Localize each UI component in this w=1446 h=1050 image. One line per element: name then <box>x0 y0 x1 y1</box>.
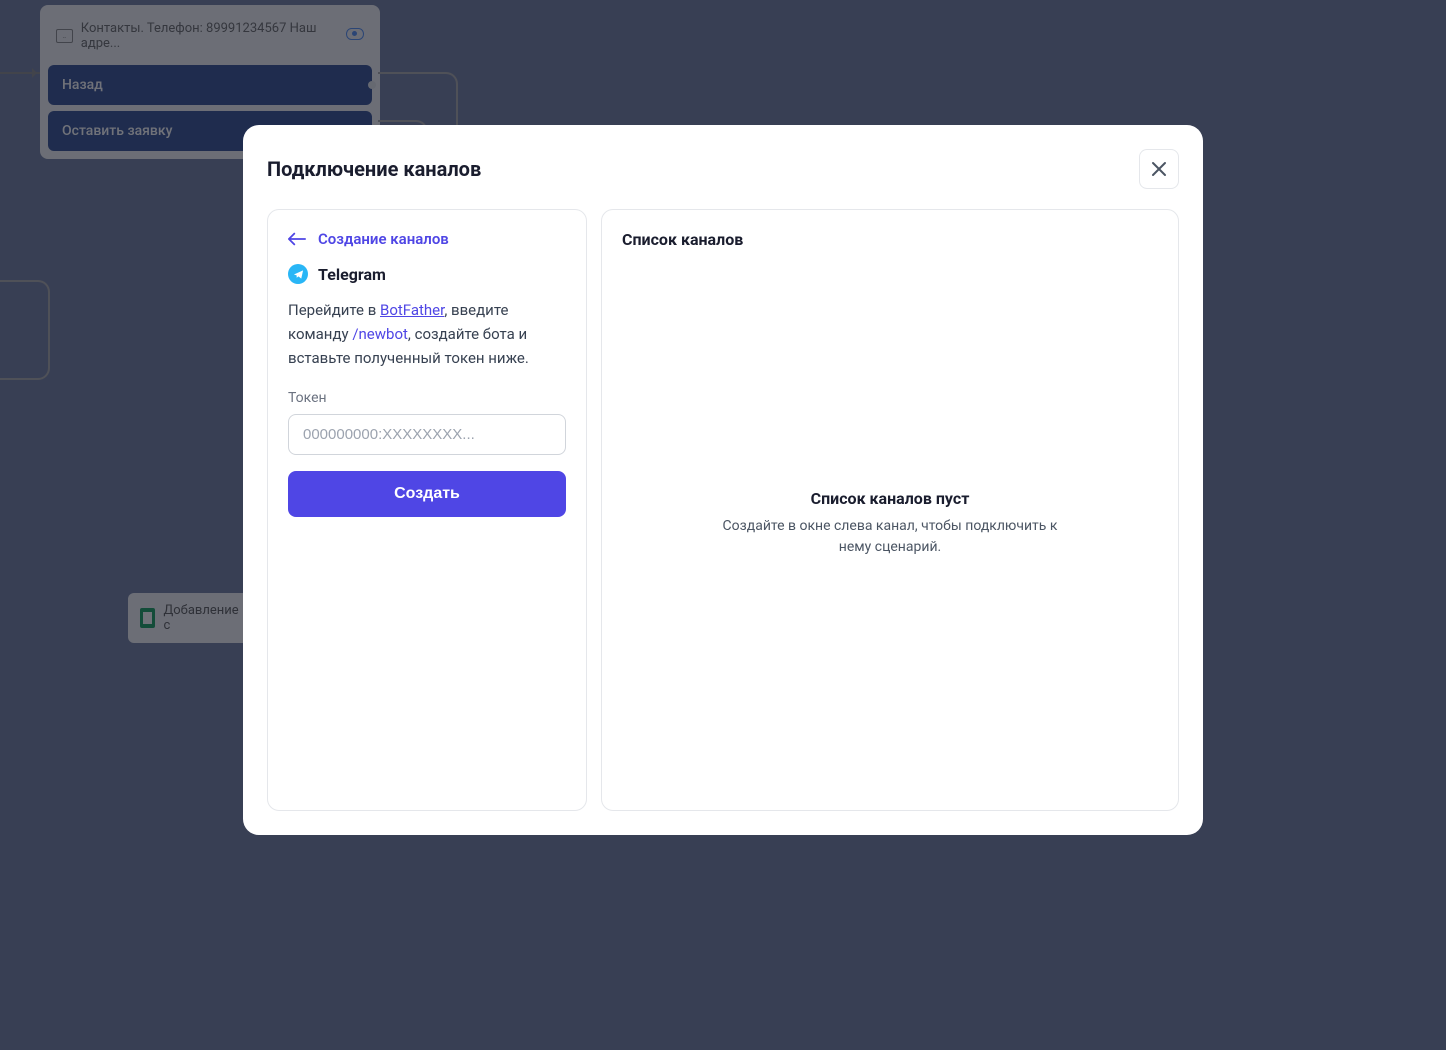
close-button[interactable] <box>1139 149 1179 189</box>
telegram-icon <box>288 264 308 284</box>
channel-type-header: Telegram <box>288 264 566 284</box>
channels-list-title: Список каналов <box>622 230 1158 249</box>
create-button[interactable]: Создать <box>288 471 566 517</box>
create-channel-panel: Создание каналов Telegram Перейдите в Bo… <box>267 209 587 811</box>
modal-title: Подключение каналов <box>267 157 481 181</box>
empty-state-title: Список каналов пуст <box>811 489 970 508</box>
empty-state: Список каналов пуст Создайте в окне слев… <box>622 257 1158 790</box>
modal-overlay: Подключение каналов Создание каналов <box>0 0 1446 1050</box>
back-link[interactable]: Создание каналов <box>288 230 566 248</box>
instructions-text: Перейдите в BotFather, введите команду /… <box>288 298 566 370</box>
token-input[interactable] <box>288 414 566 455</box>
token-label: Токен <box>288 390 566 406</box>
empty-state-description: Создайте в окне слева канал, чтобы подкл… <box>710 516 1070 558</box>
arrow-left-icon <box>288 232 306 246</box>
modal-body: Создание каналов Telegram Перейдите в Bo… <box>267 209 1179 811</box>
channel-name: Telegram <box>318 265 386 284</box>
modal-header: Подключение каналов <box>267 149 1179 189</box>
close-icon <box>1151 161 1167 177</box>
channels-list-panel: Список каналов Список каналов пуст Созда… <box>601 209 1179 811</box>
back-link-label: Создание каналов <box>318 230 449 248</box>
command-text: /newbot <box>352 325 408 343</box>
botfather-link[interactable]: BotFather <box>380 301 444 319</box>
connect-channels-modal: Подключение каналов Создание каналов <box>243 125 1203 835</box>
